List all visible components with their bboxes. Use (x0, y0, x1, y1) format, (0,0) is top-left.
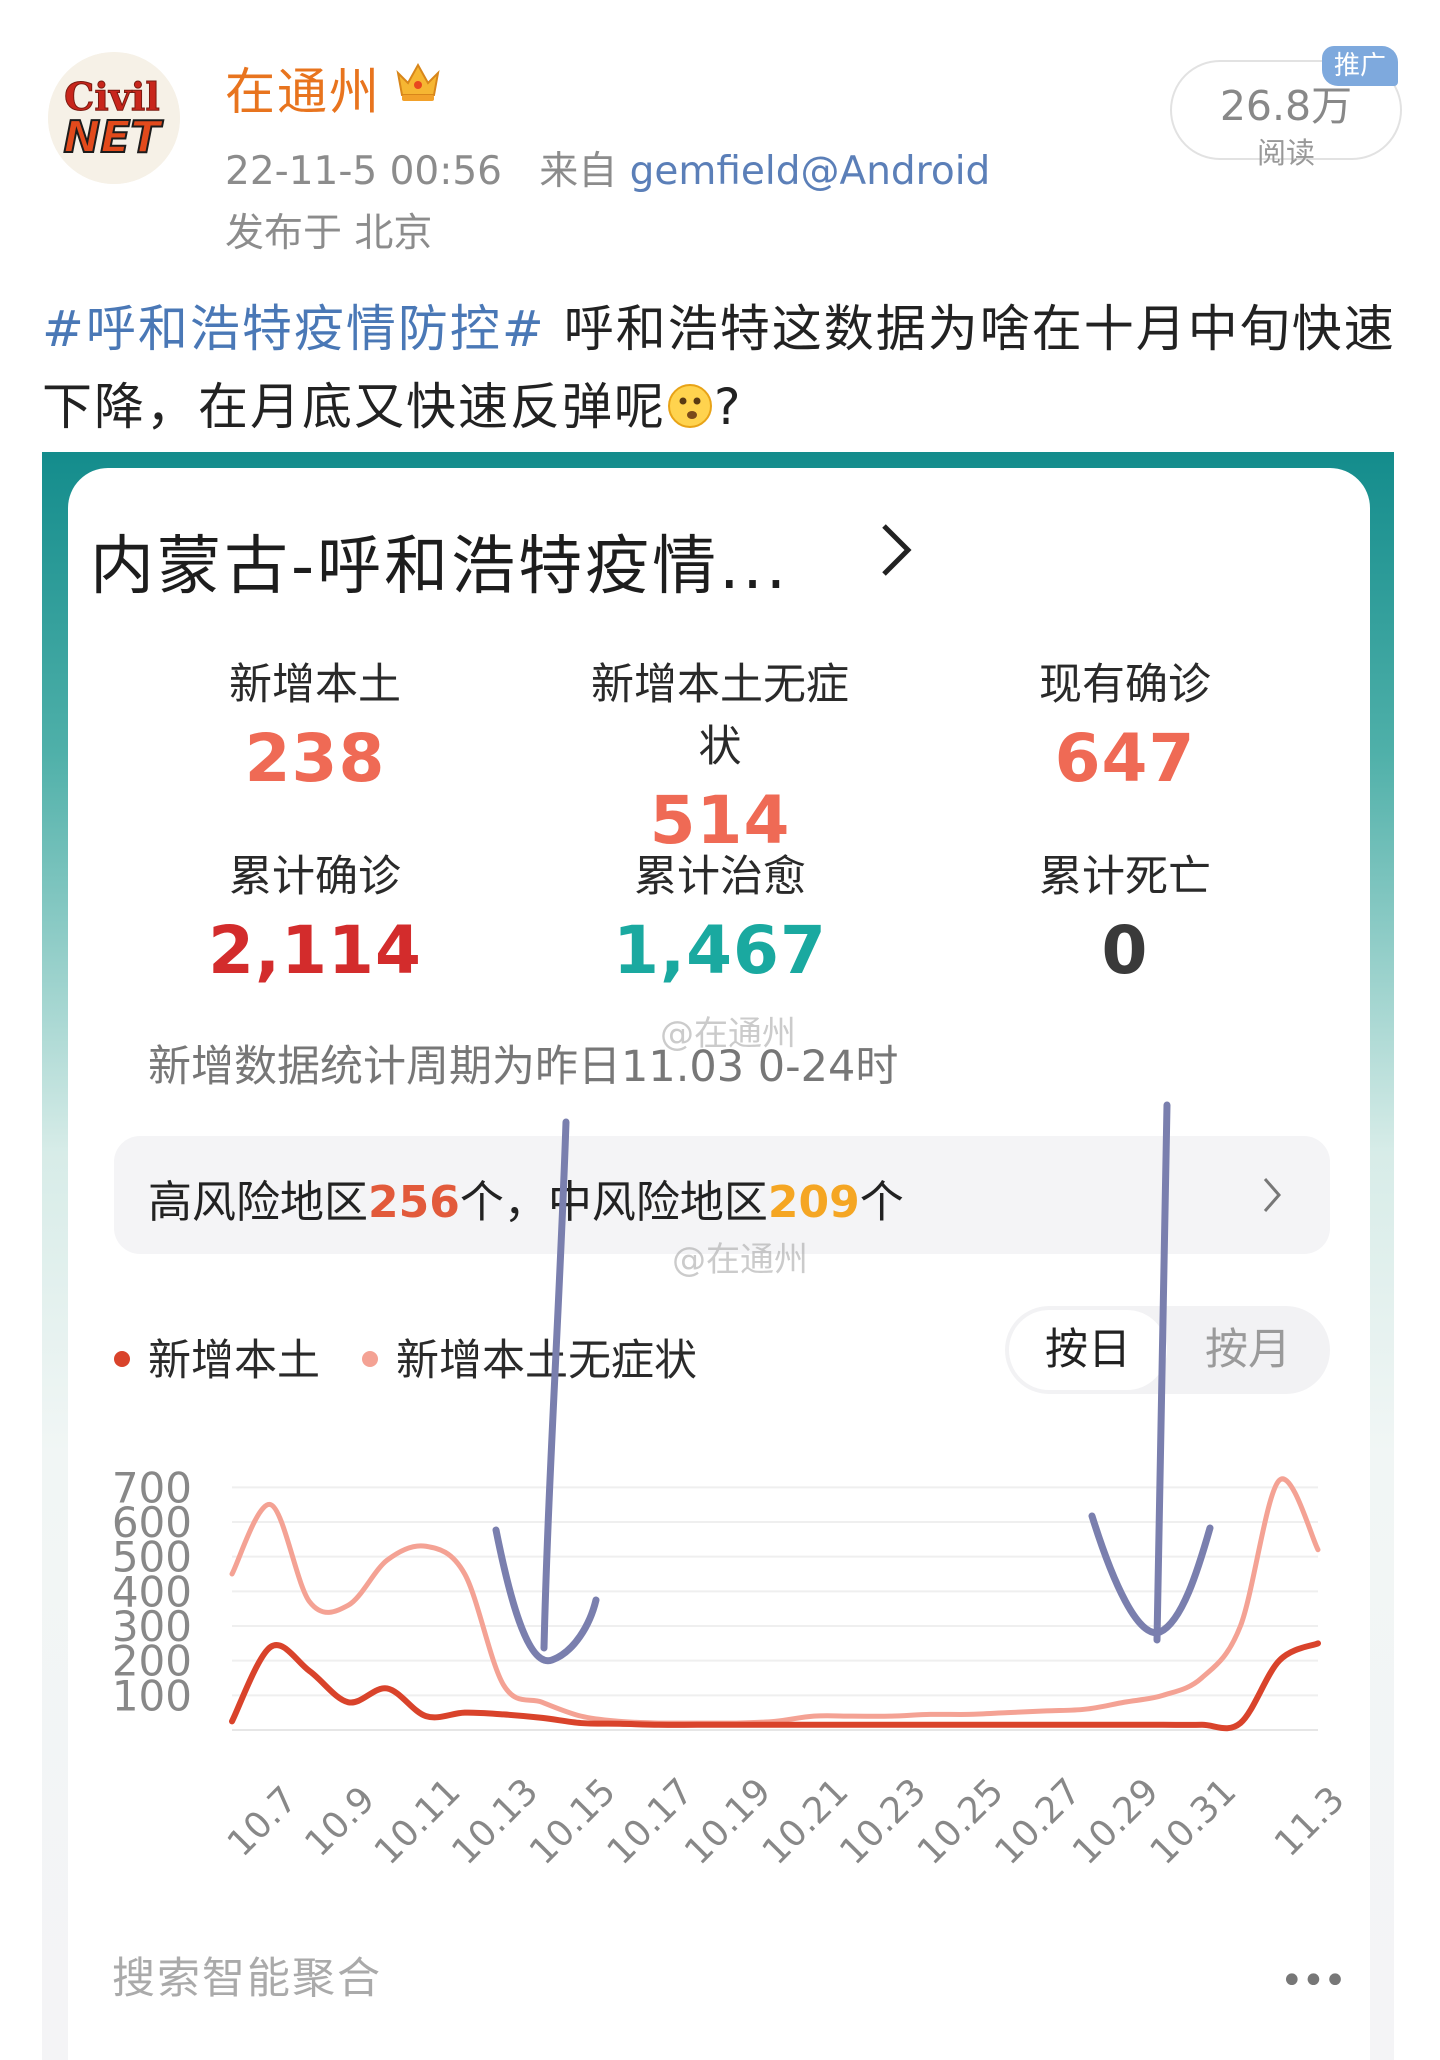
stat-total-recovered: 累计治愈 1,467 (570, 842, 870, 989)
legend-label: 新增本土无症状 (396, 1336, 697, 1386)
mid-risk-label: 中风险地区 (547, 1177, 768, 1228)
mid-risk-count: 209 (767, 1177, 860, 1228)
stat-value: 0 (1101, 912, 1149, 989)
author-name[interactable]: 在通州 (225, 52, 381, 124)
watermark: @在通州 (660, 1014, 796, 1054)
promo-badge[interactable]: 推广 (1322, 46, 1398, 86)
legend-label: 新增本土 (148, 1336, 320, 1386)
legend-dot (114, 1351, 130, 1367)
stat-current-confirmed: 现有确诊 647 (975, 650, 1275, 797)
card-title[interactable]: 内蒙古-呼和浩特疫情... (90, 515, 789, 607)
vip-crown-icon (396, 62, 440, 101)
post-text-end: ? (714, 378, 743, 436)
toggle-by-month[interactable]: 按月 (1173, 1310, 1323, 1390)
chevron-right-icon (1263, 1178, 1281, 1212)
stat-new-asymptomatic: 新增本土无症状 514 (570, 650, 870, 859)
stat-total-deaths: 累计死亡 0 (975, 842, 1275, 989)
thinking-emoji-icon (668, 384, 712, 428)
from-label: 来自 (539, 149, 618, 194)
hashtag-link[interactable]: #呼和浩特疫情防控# (42, 300, 546, 358)
high-risk-label: 高风险地区 (148, 1177, 368, 1228)
stat-value: 1,467 (613, 912, 827, 989)
legend-dot (362, 1351, 378, 1367)
stat-value: 647 (1054, 720, 1196, 797)
stat-label: 现有确诊 (1039, 660, 1211, 710)
chevron-right-icon[interactable] (878, 520, 914, 580)
stat-new-local: 新增本土 238 (165, 650, 465, 797)
search-aggregate-label[interactable]: 搜索智能聚合 (112, 1944, 382, 2006)
legend-item-local[interactable]: 新增本土 (114, 1326, 320, 1388)
stat-label: 新增本土无症状 (591, 660, 849, 772)
more-options-icon[interactable]: ••• (1280, 1958, 1347, 2004)
post-meta: 22-11-5 00:56 来自 gemfield@Android (225, 140, 990, 196)
risk-text: 高风险地区256个，中风险地区209个 (148, 1166, 904, 1230)
post-source-link[interactable]: gemfield@Android (630, 149, 991, 194)
post-location: 发布于 北京 (225, 211, 433, 256)
avatar[interactable]: Civil NET (48, 52, 180, 184)
high-risk-suffix: 个， (459, 1177, 548, 1228)
post-body: #呼和浩特疫情防控# 呼和浩特这数据为啥在十月中旬快速下降，在月底又快速反弹呢? (42, 290, 1402, 446)
stat-value: 2,114 (208, 912, 422, 989)
mid-risk-suffix: 个 (859, 1177, 904, 1228)
avatar-logo-bottom: NET (64, 112, 164, 163)
watermark: @在通州 (672, 1240, 808, 1280)
read-label: 阅读 (1256, 136, 1315, 170)
high-risk-count: 256 (368, 1177, 460, 1228)
post-timestamp: 22-11-5 00:56 (225, 149, 502, 194)
period-toggle[interactable]: 按日 按月 (1005, 1306, 1330, 1394)
stat-label: 累计确诊 (229, 852, 401, 902)
toggle-by-day[interactable]: 按日 (1009, 1310, 1167, 1390)
legend-item-asymptomatic[interactable]: 新增本土无症状 (362, 1326, 697, 1388)
stat-value: 238 (244, 720, 386, 797)
stat-label: 新增本土 (229, 660, 401, 710)
stat-total-confirmed: 累计确诊 2,114 (165, 842, 465, 989)
stat-label: 累计死亡 (1039, 852, 1211, 902)
stat-label: 累计治愈 (634, 852, 806, 902)
